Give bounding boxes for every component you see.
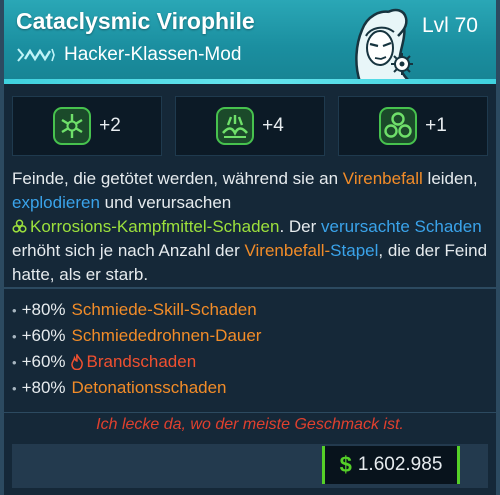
fire-icon (70, 354, 83, 370)
skill-bonus-1: +2 (12, 96, 162, 156)
desc-text: leiden, (422, 169, 478, 188)
skill-triad-icon (379, 107, 418, 145)
price-amount: 1.602.985 (357, 454, 443, 475)
stat-bonus-row: • +60% Schmiededrohnen-Dauer (12, 323, 488, 349)
stat-bonus-row: • +60% Brandschaden (12, 349, 488, 375)
keyword-verursachte-schaden: verursachte Schaden (321, 217, 482, 236)
flavor-divider (4, 412, 496, 413)
item-level: Lvl 70 (421, 14, 478, 37)
keyword-virenbefall-2: Virenbefall- (244, 241, 331, 260)
skill-bonus-value: +4 (262, 115, 284, 136)
stat-bonus-row: • +80% Schmiede-Skill-Schaden (12, 297, 488, 323)
stat-bonus-label: Schmiede-Skill-Schaden (71, 300, 257, 319)
section-divider (4, 287, 496, 289)
item-class-row: Hacker-Klassen-Mod (16, 44, 241, 66)
desc-text: und verursachen (99, 193, 232, 212)
skill-tree-bonuses: +2 +4 +1 (12, 96, 488, 156)
item-card: Cataclysmic Virophile Hacker-Klassen-Mod… (0, 0, 500, 495)
keyword-stapel: Stapel (330, 241, 379, 260)
hacker-portrait-icon (355, 8, 414, 84)
keyword-korrosion: Korrosions-Kampfmittel-Schaden (30, 217, 280, 236)
stat-bonus-label: Detonationsschaden (71, 378, 227, 397)
item-description: Feinde, die getötet werden, während sie … (12, 167, 488, 287)
keyword-explodieren: explodieren (12, 193, 100, 212)
bullet-icon: • (12, 302, 17, 318)
biohazard-icon (12, 219, 27, 233)
stat-bonus-value: +80% (21, 378, 66, 397)
skill-bonus-value: +2 (99, 115, 121, 136)
hacker-class-icon (17, 48, 55, 62)
skill-ice-icon (53, 107, 92, 145)
desc-text: Feinde, die getötet werden, während sie … (12, 169, 343, 188)
stat-bonus-value: +60% (21, 352, 66, 371)
stat-bonus-list: • +80% Schmiede-Skill-Schaden • +60% Sch… (12, 297, 488, 401)
item-name: Cataclysmic Virophile (16, 8, 255, 34)
flavor-text: Ich lecke da, wo der meiste Geschmack is… (96, 416, 404, 433)
bullet-icon: • (12, 380, 17, 396)
stat-bonus-label: Schmiededrohnen-Dauer (71, 326, 262, 345)
price-box: $ 1.602.985 (322, 446, 460, 484)
skill-wave-icon (216, 107, 255, 145)
keyword-virenbefall: Virenbefall (342, 169, 423, 188)
skill-bonus-value: +1 (425, 115, 447, 136)
skill-bonus-3: +1 (338, 96, 488, 156)
skill-bonus-2: +4 (175, 96, 325, 156)
stat-bonus-row: • +80% Detonationsschaden (12, 375, 488, 401)
bullet-icon: • (12, 328, 17, 344)
item-header: Cataclysmic Virophile Hacker-Klassen-Mod… (4, 0, 496, 84)
currency-icon: $ (339, 452, 352, 477)
desc-text: . Der (279, 217, 322, 236)
stat-bonus-value: +80% (21, 300, 66, 319)
desc-text: erhöht sich je nach Anzahl der (12, 241, 245, 260)
stat-bonus-value: +60% (21, 326, 66, 345)
bullet-icon: • (12, 354, 17, 370)
item-class: Hacker-Klassen-Mod (64, 44, 242, 65)
stat-bonus-label: Brandschaden (86, 352, 197, 371)
